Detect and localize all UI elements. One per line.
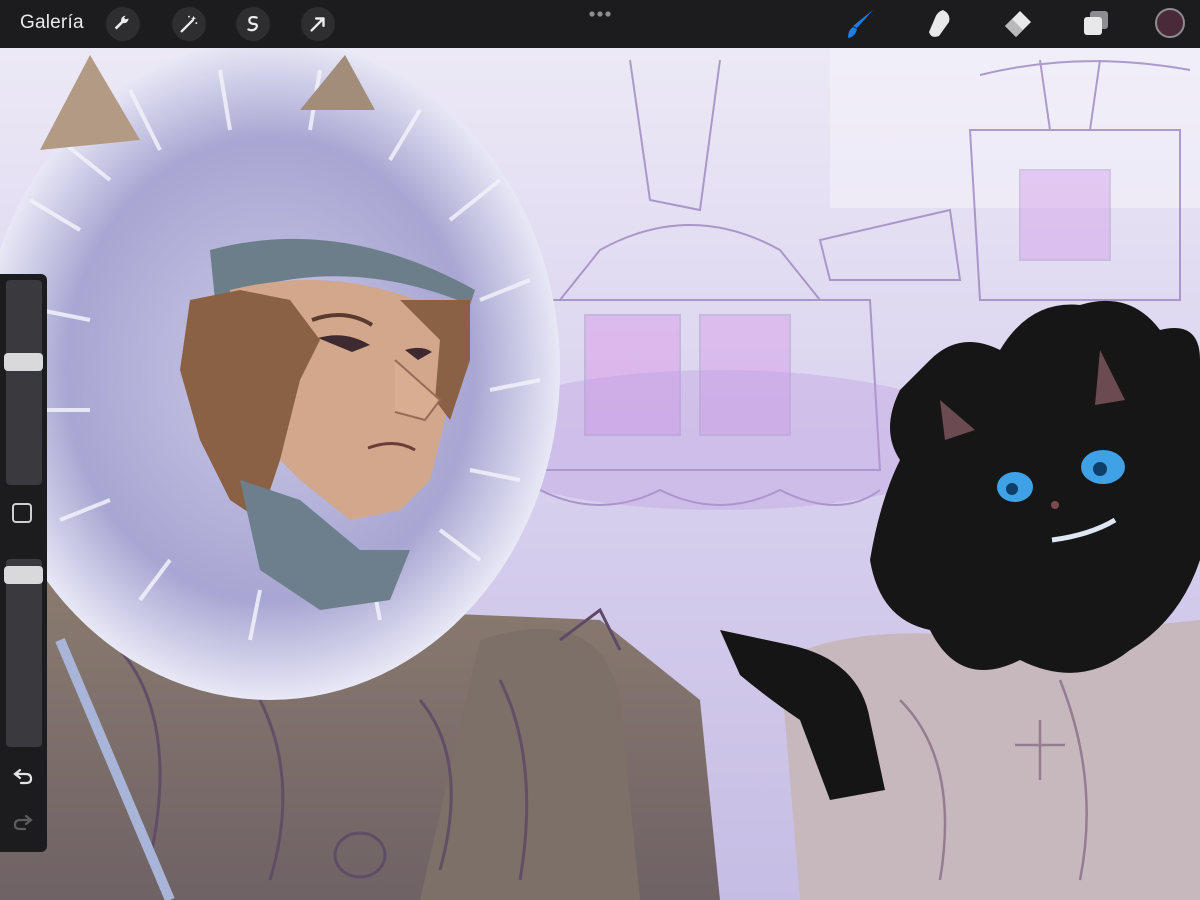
magic-wand-icon[interactable] — [172, 7, 206, 41]
eraser-icon[interactable] — [1000, 6, 1036, 42]
wrench-icon[interactable] — [106, 7, 140, 41]
gallery-button[interactable]: Galería — [20, 12, 84, 34]
undo-icon[interactable] — [11, 764, 35, 788]
smudge-icon[interactable] — [921, 6, 957, 42]
brush-size-slider[interactable] — [6, 280, 42, 485]
drawing-canvas[interactable] — [0, 0, 1200, 900]
left-sidebar — [0, 274, 47, 852]
transform-arrow-icon[interactable] — [301, 7, 335, 41]
opacity-slider[interactable] — [6, 559, 42, 747]
redo-icon[interactable] — [11, 810, 35, 834]
modify-square-icon[interactable] — [12, 503, 32, 523]
selection-icon[interactable] — [236, 7, 270, 41]
color-picker-swatch[interactable] — [1155, 8, 1185, 38]
opacity-thumb[interactable] — [4, 565, 43, 584]
brush-size-thumb[interactable] — [4, 352, 43, 371]
top-toolbar: Galería — [0, 0, 1200, 48]
artwork — [0, 40, 1200, 900]
layers-icon[interactable] — [1078, 6, 1114, 42]
brush-icon[interactable] — [843, 6, 879, 42]
more-dots-icon[interactable] — [588, 6, 612, 24]
